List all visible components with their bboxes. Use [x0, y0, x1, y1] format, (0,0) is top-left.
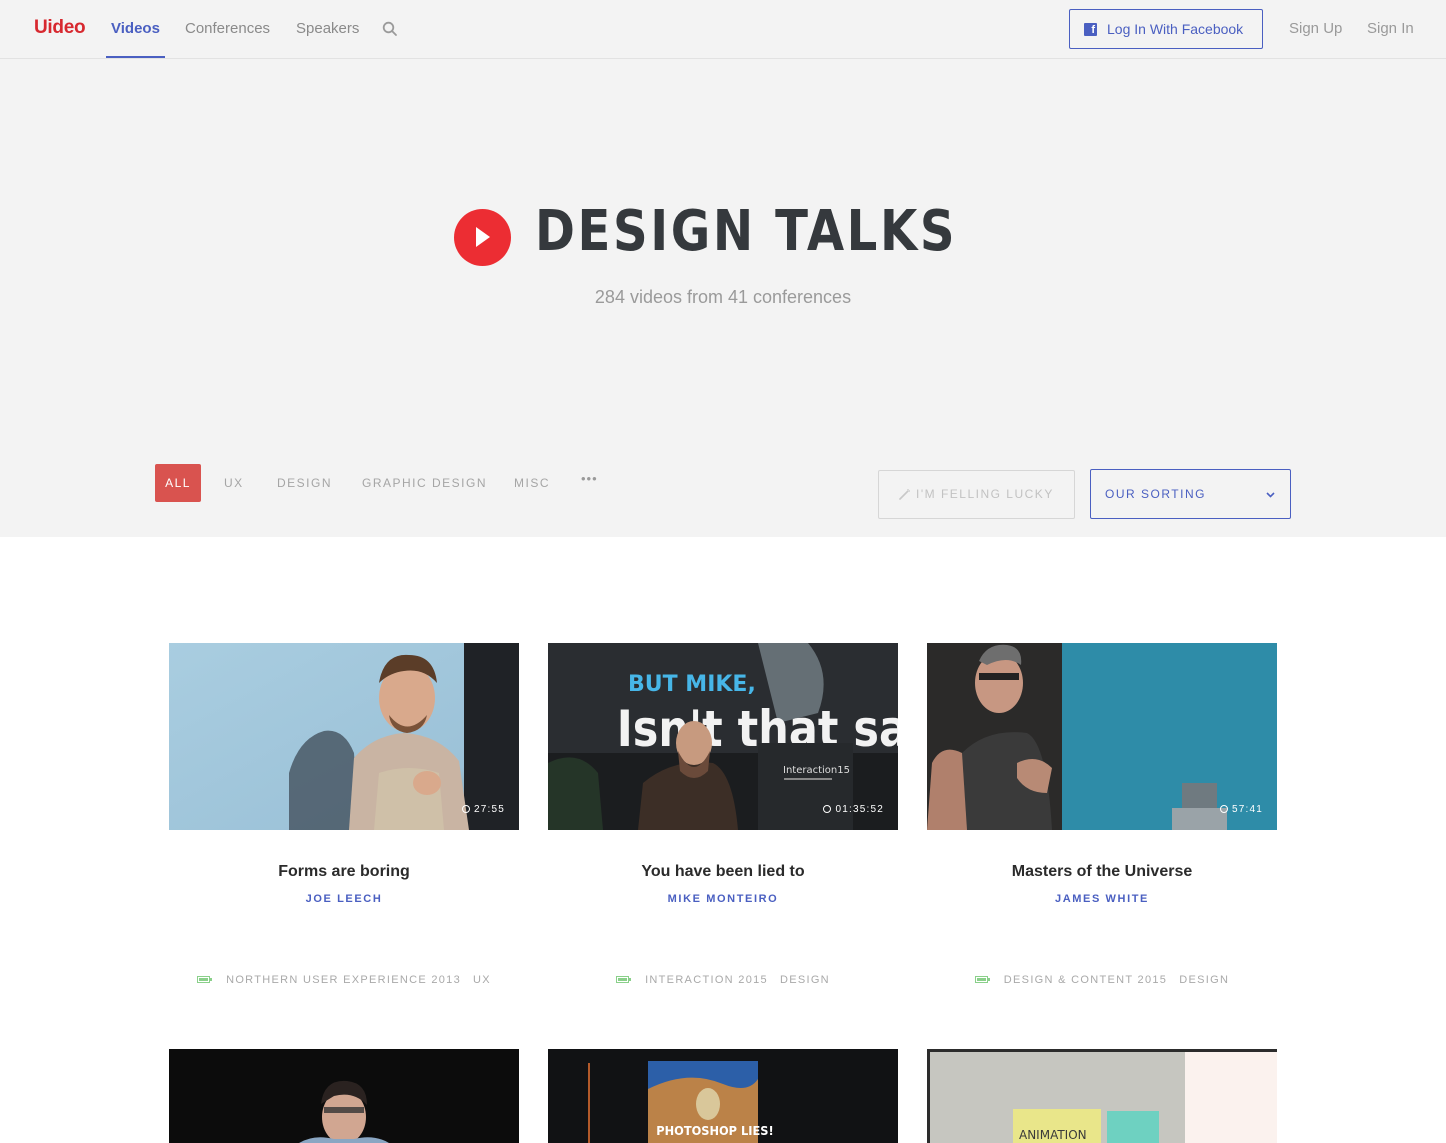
- filter-all[interactable]: ALL: [155, 464, 201, 502]
- chevron-down-icon: [1266, 492, 1275, 498]
- video-duration: 01:35:52: [823, 804, 884, 815]
- clock-icon: [823, 805, 832, 813]
- svg-text:PHOTOSHOP LIES!: PHOTOSHOP LIES!: [656, 1124, 773, 1138]
- hero-title: DESIGN TALKS: [535, 199, 958, 264]
- hero-subtitle: 284 videos from 41 conferences: [594, 287, 852, 307]
- clock-icon: [1219, 805, 1228, 813]
- filter-ux[interactable]: UX: [224, 476, 244, 490]
- video-conference[interactable]: DESIGN & CONTENT 2015: [1004, 974, 1167, 986]
- nav-link-conferences[interactable]: Conferences: [185, 20, 270, 37]
- felling-lucky-label: I'M FELLING LUCKY: [916, 487, 1054, 501]
- video-speaker[interactable]: JAMES WHITE: [927, 893, 1277, 905]
- filter-more-button[interactable]: •••: [581, 471, 598, 486]
- video-title[interactable]: Forms are boring: [169, 863, 519, 881]
- video-title[interactable]: Masters of the Universe: [927, 863, 1277, 881]
- battery-icon: [197, 976, 213, 983]
- sign-in-link[interactable]: Sign In: [1367, 20, 1414, 37]
- sign-up-link[interactable]: Sign Up: [1289, 20, 1342, 37]
- nav-link-speakers[interactable]: Speakers: [296, 20, 359, 37]
- video-speaker[interactable]: MIKE MONTEIRO: [548, 893, 898, 905]
- active-nav-indicator: [106, 56, 165, 58]
- facebook-login-label: Log In With Facebook: [1107, 21, 1244, 37]
- hero-section: DESIGN TALKS 284 videos from 41 conferen…: [0, 59, 1446, 537]
- video-duration: 27:55: [461, 804, 505, 815]
- video-meta: DESIGN & CONTENT 2015 DESIGN: [927, 974, 1277, 986]
- filter-design[interactable]: DESIGN: [277, 476, 332, 490]
- facebook-icon: f: [1084, 23, 1097, 36]
- video-thumbnail[interactable]: ANIMATION: [927, 1049, 1277, 1143]
- sort-select-value: OUR SORTING: [1105, 487, 1206, 501]
- filter-graphic-design[interactable]: GRAPHIC DESIGN: [362, 476, 487, 490]
- felling-lucky-button[interactable]: I'M FELLING LUCKY: [878, 470, 1075, 519]
- battery-icon: [974, 976, 990, 983]
- brand-logo[interactable]: Uideo: [34, 17, 86, 39]
- play-logo-icon: [454, 209, 511, 266]
- video-thumbnail[interactable]: 57:41: [927, 643, 1277, 830]
- video-tag[interactable]: UX: [473, 974, 491, 986]
- video-thumbnail[interactable]: PHOTOSHOP LIES!: [548, 1049, 898, 1143]
- video-tag[interactable]: DESIGN: [1179, 974, 1229, 986]
- svg-text:Isn't that sales: Isn't that sales: [617, 700, 898, 758]
- battery-icon: [616, 976, 632, 983]
- video-thumbnail[interactable]: [169, 1049, 519, 1143]
- video-thumbnail[interactable]: BUT MIKE, Isn't that sales Interaction15…: [548, 643, 898, 830]
- facebook-login-button[interactable]: f Log In With Facebook: [1069, 9, 1263, 49]
- video-title[interactable]: You have been lied to: [548, 863, 898, 881]
- video-conference[interactable]: INTERACTION 2015: [645, 974, 768, 986]
- sort-select[interactable]: OUR SORTING: [1090, 469, 1291, 519]
- video-thumbnail[interactable]: 27:55: [169, 643, 519, 830]
- video-conference[interactable]: NORTHERN USER EXPERIENCE 2013: [226, 974, 461, 986]
- top-nav: Uideo Videos Conferences Speakers f Log …: [0, 0, 1446, 59]
- magic-wand-icon: [899, 489, 910, 500]
- svg-text:Interaction15: Interaction15: [783, 765, 850, 776]
- svg-text:ANIMATION: ANIMATION: [1019, 1128, 1087, 1142]
- video-duration: 57:41: [1219, 804, 1263, 815]
- video-speaker[interactable]: JOE LEECH: [169, 893, 519, 905]
- filter-misc[interactable]: MISC: [514, 476, 550, 490]
- video-tag[interactable]: DESIGN: [780, 974, 830, 986]
- svg-text:BUT MIKE,: BUT MIKE,: [628, 672, 756, 697]
- nav-link-videos[interactable]: Videos: [111, 20, 160, 37]
- search-icon[interactable]: [382, 21, 398, 37]
- clock-icon: [461, 805, 470, 813]
- video-meta: INTERACTION 2015 DESIGN: [548, 974, 898, 986]
- video-meta: NORTHERN USER EXPERIENCE 2013 UX: [169, 974, 519, 986]
